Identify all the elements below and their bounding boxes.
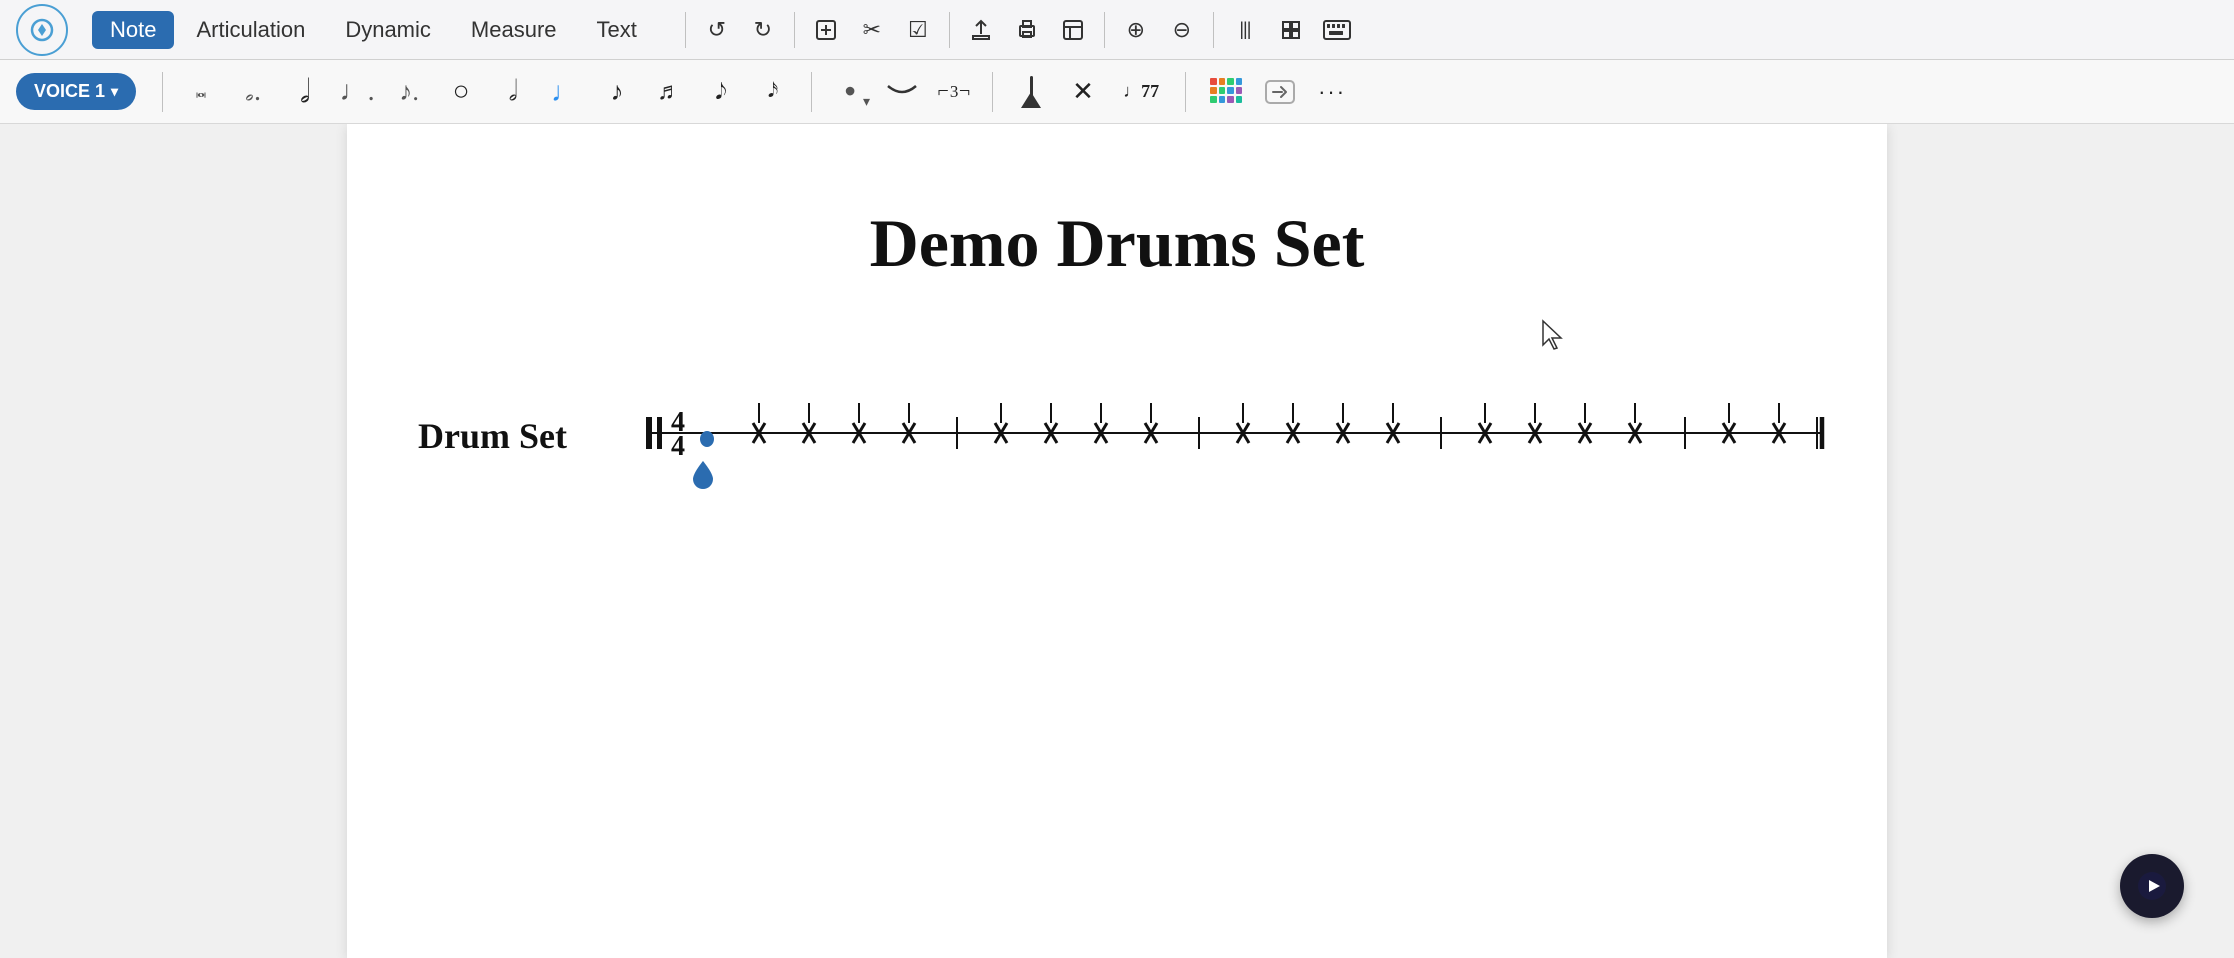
upload-button[interactable] bbox=[960, 9, 1002, 51]
zoom-in-button[interactable]: ⊕ bbox=[1115, 9, 1157, 51]
half-note-button[interactable]: 𝅗𝅥 bbox=[281, 68, 329, 116]
drum-row: Drum Set 4 4 bbox=[407, 373, 1827, 498]
score-page: Demo Drums Set Drum Set 4 4 bbox=[347, 124, 1887, 958]
tab-note[interactable]: Note bbox=[92, 11, 174, 49]
dotted-half-button[interactable]: 𝅗. bbox=[229, 68, 277, 116]
dot-button[interactable]: • ▾ bbox=[826, 68, 874, 116]
dotted-eighth-button[interactable]: ♪. bbox=[385, 68, 433, 116]
toolbar-edit: ✂ ☑ bbox=[805, 9, 939, 51]
slur-button[interactable] bbox=[878, 68, 926, 116]
undo-button[interactable]: ↺ bbox=[696, 9, 738, 51]
divider-2 bbox=[794, 12, 795, 48]
eighth-note-button[interactable]: ♪ bbox=[593, 68, 641, 116]
print-button[interactable] bbox=[1006, 9, 1048, 51]
whole-note-button[interactable]: ○ bbox=[437, 68, 485, 116]
keyboard-button[interactable] bbox=[1316, 9, 1358, 51]
chevron-down-icon: ▾ bbox=[111, 83, 118, 100]
layout-button[interactable] bbox=[1052, 9, 1094, 51]
quarter-note-button[interactable]: ♩ bbox=[541, 68, 589, 116]
divider-4 bbox=[1104, 12, 1105, 48]
divider-3 bbox=[949, 12, 950, 48]
toolbar-history: ↺ ↻ bbox=[696, 9, 784, 51]
nav-tabs: Note Articulation Dynamic Measure Text bbox=[92, 11, 655, 49]
tab-measure[interactable]: Measure bbox=[453, 11, 575, 49]
tuplet-button[interactable]: ⌐ 3 ⌐ bbox=[930, 68, 978, 116]
score-title: Demo Drums Set bbox=[347, 124, 1887, 313]
toolbar-zoom: ⊕ ⊖ bbox=[1115, 9, 1203, 51]
tab-text[interactable]: Text bbox=[579, 11, 655, 49]
thirtysecond-note-button[interactable]: 𝅘𝅥𝅮 bbox=[697, 68, 745, 116]
svg-text:4: 4 bbox=[671, 431, 685, 462]
sixtyfourth-note-button[interactable]: 𝅘𝅥𝅯 bbox=[749, 68, 797, 116]
instrument-label: Drum Set bbox=[407, 415, 567, 457]
menu-bar: Note Articulation Dynamic Measure Text ↺… bbox=[0, 0, 2234, 60]
note-divider-4 bbox=[1185, 72, 1186, 112]
staff-container[interactable]: 4 4 bbox=[583, 373, 1827, 498]
redo-button[interactable]: ↻ bbox=[742, 9, 784, 51]
double-whole-note-button[interactable]: 𝅜 bbox=[177, 68, 225, 116]
score-settings-button[interactable] bbox=[1270, 9, 1312, 51]
tab-dynamic[interactable]: Dynamic bbox=[327, 11, 449, 49]
note-toolbar: VOICE 1 ▾ 𝅜 𝅗. 𝅗𝅥 ♩. ♪. ○ 𝅗𝅥 ♩ ♪ ♬ 𝅘𝅥𝅮 𝅘… bbox=[0, 60, 2234, 124]
divider-1 bbox=[685, 12, 686, 48]
remove-button[interactable] bbox=[1256, 68, 1304, 116]
dotted-quarter-button[interactable]: ♩. bbox=[333, 68, 381, 116]
zoom-out-button[interactable]: ⊖ bbox=[1161, 9, 1203, 51]
more-button[interactable]: ··· bbox=[1308, 68, 1356, 116]
note-divider-1 bbox=[162, 72, 163, 112]
note-divider-3 bbox=[992, 72, 993, 112]
stem-cross-button[interactable]: ✕ bbox=[1059, 68, 1107, 116]
half-plain-button[interactable]: 𝅗𝅥 bbox=[489, 68, 537, 116]
voice-label: VOICE 1 bbox=[34, 81, 105, 102]
logo-button[interactable] bbox=[16, 4, 68, 56]
metronome-button[interactable]: ||| bbox=[1224, 9, 1266, 51]
toolbar-misc: ||| bbox=[1224, 9, 1358, 51]
divider-5 bbox=[1213, 12, 1214, 48]
add-measure-button[interactable] bbox=[805, 9, 847, 51]
note-value-button[interactable]: ♩77 bbox=[1111, 68, 1171, 116]
staff-area: Drum Set 4 4 bbox=[347, 333, 1887, 498]
color-button[interactable] bbox=[1200, 68, 1252, 116]
main-content: Demo Drums Set Drum Set 4 4 bbox=[0, 124, 2234, 958]
note-divider-2 bbox=[811, 72, 812, 112]
playback-button[interactable] bbox=[2120, 854, 2184, 918]
cut-button[interactable]: ✂ bbox=[851, 9, 893, 51]
tab-articulation[interactable]: Articulation bbox=[178, 11, 323, 49]
stem-up-button[interactable] bbox=[1007, 68, 1055, 116]
sixteenth-note-button[interactable]: ♬ bbox=[645, 68, 693, 116]
voice-selector[interactable]: VOICE 1 ▾ bbox=[16, 73, 136, 110]
toolbar-file bbox=[960, 9, 1094, 51]
check-button[interactable]: ☑ bbox=[897, 9, 939, 51]
